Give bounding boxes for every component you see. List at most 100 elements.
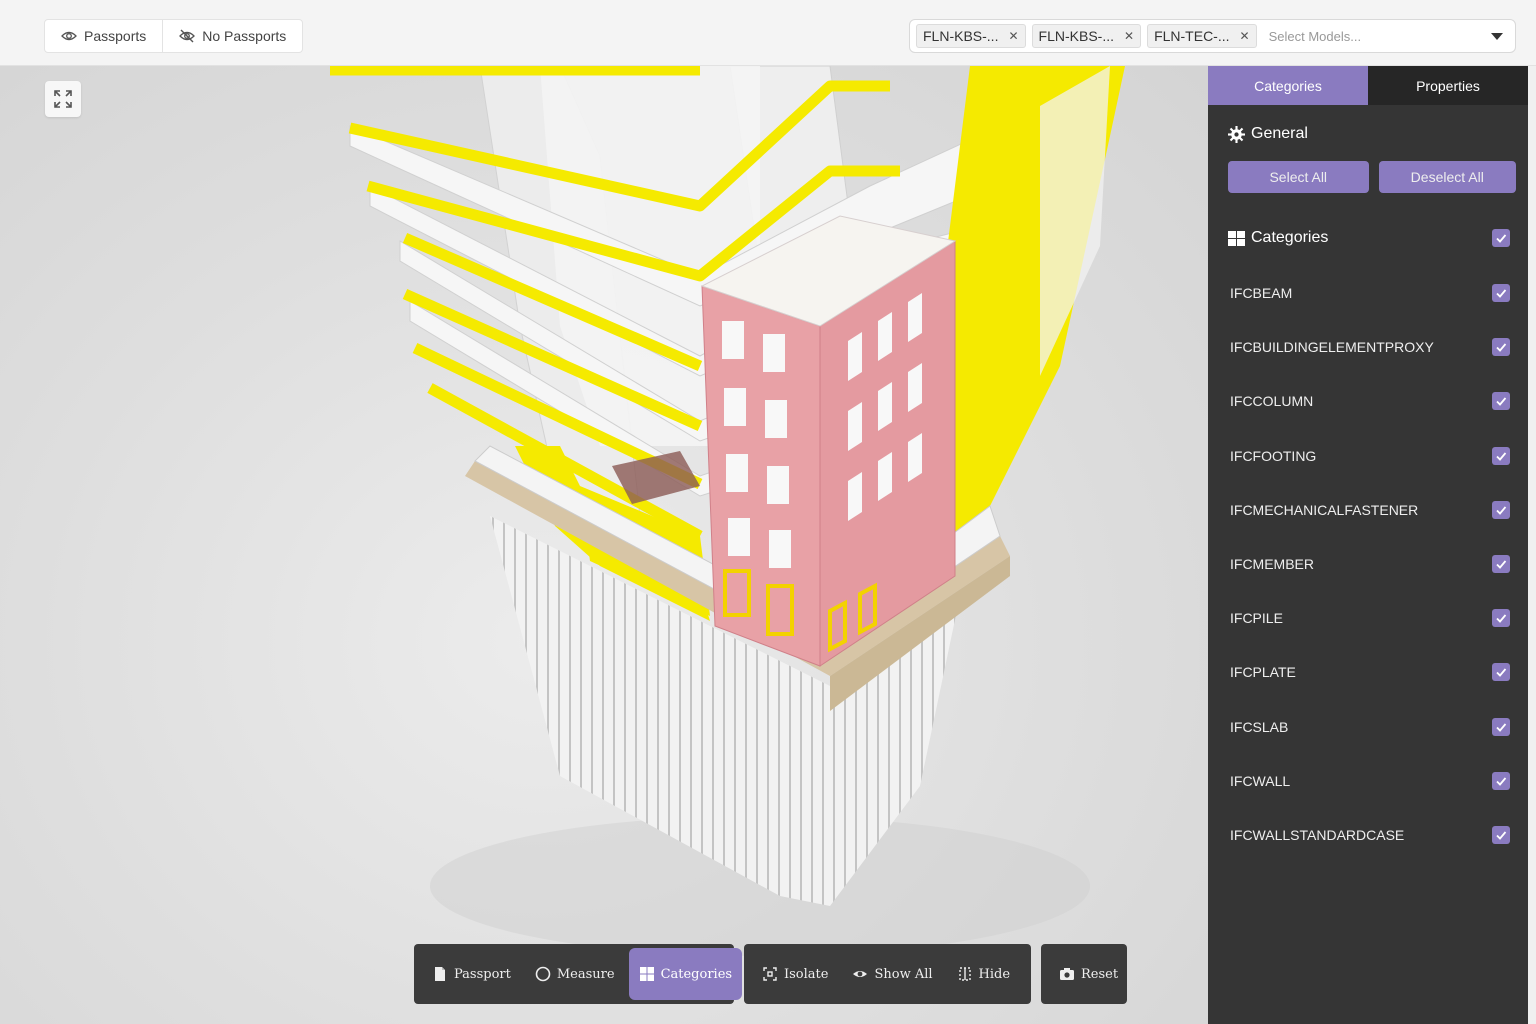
- category-item[interactable]: IFCPILE: [1208, 591, 1528, 645]
- category-checkbox[interactable]: [1492, 555, 1510, 574]
- close-icon[interactable]: ✕: [1240, 29, 1250, 43]
- document-icon: [435, 967, 445, 981]
- check-icon: [1496, 506, 1507, 515]
- expand-icon: [54, 90, 72, 108]
- building-model-render[interactable]: [0, 66, 1208, 1024]
- tool-group-visibility: Isolate Show All Hide: [744, 944, 1031, 1004]
- circle-icon: [535, 966, 551, 982]
- category-item[interactable]: IFCWALL: [1208, 754, 1528, 808]
- passports-button[interactable]: Passports: [45, 20, 162, 52]
- category-checkbox[interactable]: [1492, 446, 1510, 465]
- category-item[interactable]: IFCSLAB: [1208, 700, 1528, 754]
- tab-categories[interactable]: Categories: [1208, 66, 1368, 105]
- tab-properties[interactable]: Properties: [1368, 66, 1528, 105]
- category-label: IFCSLAB: [1230, 718, 1289, 735]
- category-label: IFCBUILDINGELEMENTPROXY: [1230, 339, 1434, 356]
- check-icon: [1496, 723, 1507, 732]
- model-chip-label: FLN-KBS-...: [1038, 28, 1114, 44]
- categories-section-title: Categories: [1208, 229, 1328, 247]
- category-checkbox[interactable]: [1492, 500, 1510, 519]
- eye-icon: [853, 971, 868, 977]
- chevron-down-icon[interactable]: [1491, 32, 1503, 40]
- categories-master-checkbox[interactable]: [1492, 229, 1510, 247]
- hide-icon: [958, 967, 971, 981]
- passports-label: Passports: [84, 28, 147, 44]
- category-label: IFCCOLUMN: [1230, 393, 1314, 410]
- category-label: IFCBEAM: [1230, 285, 1293, 302]
- check-icon: [1496, 668, 1507, 678]
- model-select[interactable]: FLN-KBS-... ✕ FLN-KBS-... ✕ FLN-TEC-... …: [909, 19, 1516, 53]
- category-label: IFCMEMBER: [1230, 556, 1314, 573]
- no-passports-label: No Passports: [202, 28, 287, 44]
- categories-section-header: Categories: [1208, 229, 1528, 247]
- category-label: IFCFOOTING: [1230, 447, 1317, 464]
- tool-group-camera: Reset: [1041, 944, 1127, 1004]
- check-icon: [1496, 831, 1507, 840]
- gear-icon: [1228, 125, 1245, 143]
- category-checkbox[interactable]: [1492, 771, 1510, 790]
- passport-label: Passport: [454, 966, 511, 982]
- category-checkbox[interactable]: [1492, 392, 1510, 411]
- model-chip: FLN-KBS-... ✕: [916, 24, 1026, 48]
- show-all-label: Show All: [874, 966, 933, 982]
- model-chip: FLN-TEC-... ✕: [1147, 24, 1257, 48]
- measure-button[interactable]: Measure: [525, 948, 625, 1000]
- general-actions: Select All Deselect All: [1208, 143, 1528, 193]
- general-title: General: [1251, 125, 1308, 142]
- category-item[interactable]: IFCBUILDINGELEMENTPROXY: [1208, 320, 1528, 374]
- category-checkbox[interactable]: [1492, 284, 1510, 303]
- category-item[interactable]: IFCMEMBER: [1208, 537, 1528, 591]
- category-checkbox[interactable]: [1492, 338, 1510, 357]
- category-list: IFCBEAM IFCBUILDINGELEMENTPROXY IFCCOLUMN I…: [1208, 266, 1528, 862]
- category-checkbox[interactable]: [1492, 609, 1510, 628]
- hide-button[interactable]: Hide: [947, 948, 1021, 1000]
- general-section-title: General: [1208, 125, 1528, 143]
- no-passports-button[interactable]: No Passports: [162, 20, 302, 52]
- tool-group-primary: Passport Measure Categories: [414, 944, 743, 1004]
- fullscreen-button[interactable]: [45, 81, 81, 117]
- category-item[interactable]: IFCBEAM: [1208, 266, 1528, 320]
- categories-panel: Categories Properties General Select All…: [1208, 66, 1528, 1024]
- check-icon: [1496, 343, 1507, 353]
- deselect-all-button[interactable]: Deselect All: [1378, 161, 1516, 193]
- category-item[interactable]: IFCMECHANICALFASTENER: [1208, 483, 1528, 537]
- grid-icon: [639, 967, 654, 981]
- panel-scrollbar[interactable]: [1528, 66, 1536, 1024]
- model-select-placeholder[interactable]: Select Models...: [1269, 29, 1485, 44]
- category-checkbox[interactable]: [1492, 717, 1510, 736]
- check-icon: [1496, 397, 1507, 407]
- category-item[interactable]: IFCFOOTING: [1208, 429, 1528, 483]
- categories-title: Categories: [1251, 229, 1329, 246]
- check-icon: [1496, 452, 1507, 461]
- close-icon[interactable]: ✕: [1008, 29, 1018, 43]
- model-chip-label: FLN-KBS-...: [923, 28, 999, 44]
- check-icon: [1496, 560, 1507, 569]
- model-viewport[interactable]: Passport Measure Categories Isolate Show…: [0, 66, 1208, 1024]
- check-icon: [1496, 777, 1507, 786]
- category-item[interactable]: IFCCOLUMN: [1208, 374, 1528, 428]
- passport-button[interactable]: Passport: [422, 948, 521, 1000]
- category-label: IFCPLATE: [1230, 664, 1296, 681]
- check-icon: [1496, 289, 1507, 298]
- category-checkbox[interactable]: [1492, 825, 1510, 844]
- isolate-label: Isolate: [784, 966, 829, 982]
- isolate-button[interactable]: Isolate: [752, 948, 838, 1000]
- category-item[interactable]: IFCWALLSTANDARDCASE: [1208, 808, 1528, 862]
- isolate-icon: [763, 967, 777, 981]
- camera-icon: [1060, 968, 1074, 980]
- select-all-button[interactable]: Select All: [1228, 161, 1369, 193]
- eye-off-icon: [179, 29, 196, 43]
- passport-toggle: Passports No Passports: [44, 19, 304, 53]
- category-item[interactable]: IFCPLATE: [1208, 645, 1528, 699]
- reset-button[interactable]: Reset: [1049, 948, 1128, 1000]
- show-all-button[interactable]: Show All: [842, 948, 942, 1000]
- hide-label: Hide: [978, 966, 1011, 982]
- model-chip: FLN-KBS-... ✕: [1031, 24, 1142, 48]
- category-checkbox[interactable]: [1492, 663, 1510, 682]
- panel-tabs: Categories Properties: [1208, 66, 1528, 105]
- close-icon[interactable]: ✕: [1124, 29, 1134, 43]
- category-label: IFCPILE: [1230, 610, 1283, 627]
- check-icon: [1496, 614, 1507, 624]
- categories-button[interactable]: Categories: [628, 948, 743, 1000]
- measure-label: Measure: [556, 966, 615, 982]
